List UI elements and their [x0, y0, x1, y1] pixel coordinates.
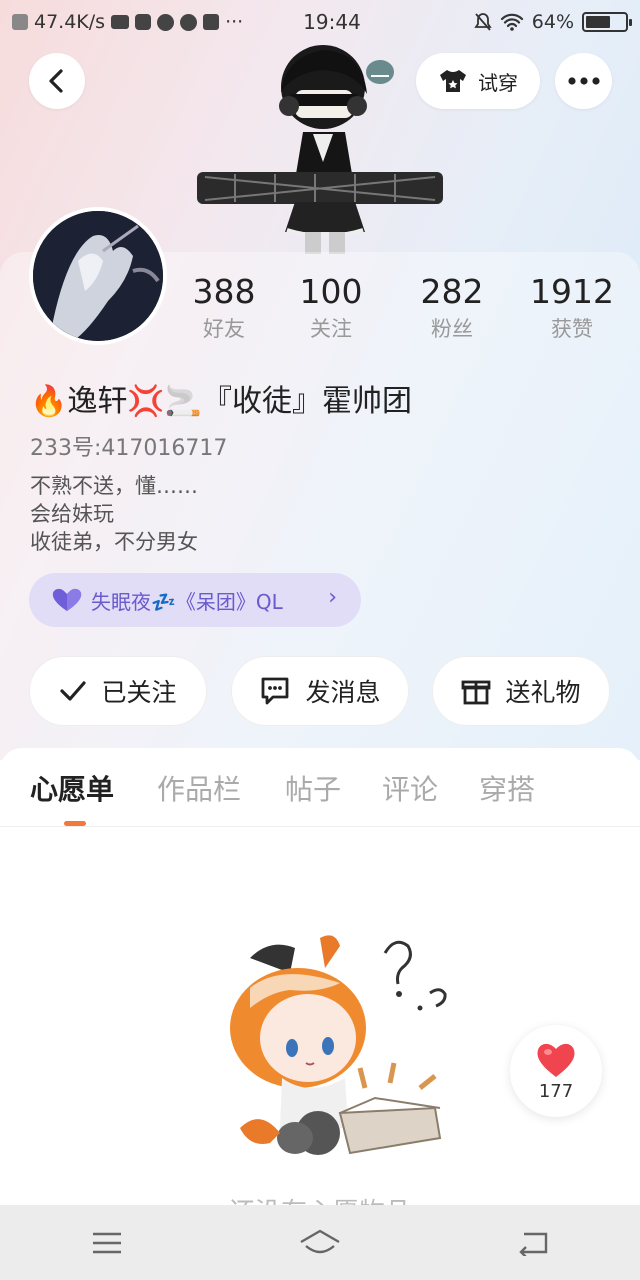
follow-label: 已关注 [101, 678, 177, 707]
tab-bar: 心愿单 作品栏 帖子 评论 穿搭 [0, 768, 640, 808]
return-icon [519, 1232, 548, 1256]
back-nav-button[interactable] [503, 1223, 563, 1263]
stat-label: 粉丝 [431, 317, 473, 341]
status-bar: 47.4K/s ··· 19:44 64% [0, 0, 640, 44]
empty-state-illustration [210, 928, 460, 1163]
stat-value: 1912 [530, 272, 614, 311]
stats-row: 388 好友 100 关注 282 粉丝 1912 获赞 [0, 270, 640, 350]
square-app-icon [203, 14, 220, 30]
wifi-icon [500, 13, 523, 31]
mute-bell-icon [474, 13, 492, 31]
fan-icon [180, 13, 198, 31]
tab-outfits[interactable]: 穿搭 [479, 768, 535, 808]
tab-works[interactable]: 作品栏 [157, 768, 241, 808]
stat-label: 好友 [203, 317, 245, 341]
bio-line: 会给妹玩 [30, 502, 114, 526]
stat-label: 关注 [310, 317, 352, 341]
club-tag[interactable]: 失眠夜💤《呆团》QL › [29, 573, 361, 627]
user-id: 233号:417016717 [30, 436, 228, 461]
battery-fill [586, 16, 611, 28]
app-notification-icon [12, 14, 28, 30]
planet-icon [157, 13, 175, 31]
menu-icon [92, 1232, 121, 1253]
stat-label: 获赞 [551, 317, 593, 341]
gift-label: 送礼物 [505, 678, 581, 707]
avatar-figure[interactable] [195, 42, 445, 254]
clock: 19:44 [303, 10, 361, 34]
back-button[interactable] [29, 53, 85, 109]
tshirt-icon [440, 70, 466, 92]
home-icon [300, 1229, 340, 1253]
avatar-figure-image [197, 45, 443, 254]
more-dots-icon [567, 77, 600, 85]
battery-icon [582, 12, 632, 32]
heart-icon [537, 1043, 575, 1077]
heart-icon [52, 588, 82, 611]
gift-button[interactable]: 送礼物 [432, 656, 610, 726]
status-left: 47.4K/s ··· [12, 11, 282, 33]
menu-button[interactable] [77, 1223, 137, 1263]
chat-bubble-icon [262, 677, 289, 705]
stat-value: 100 [299, 272, 363, 311]
like-floating-button[interactable]: 177 [510, 1025, 602, 1117]
check-icon [60, 681, 87, 701]
chevron-right-icon: › [328, 585, 337, 610]
stat-value: 282 [420, 272, 484, 311]
play-icon [135, 14, 152, 30]
more-options-button[interactable] [555, 53, 612, 109]
net-speed: 47.4K/s [34, 11, 106, 33]
follow-button[interactable]: 已关注 [29, 656, 207, 726]
system-nav-bar [0, 1205, 640, 1280]
battery-percent: 64% [531, 11, 574, 33]
try-on-label: 试穿 [478, 70, 518, 95]
more-notifications-icon: ··· [225, 11, 244, 33]
tab-divider [0, 826, 640, 827]
mascot-image [230, 935, 447, 1155]
bio-line: 不熟不送，懂…… [30, 474, 198, 498]
bio-line: 收徒弟，不分男女 [30, 530, 198, 554]
message-button[interactable]: 发消息 [231, 656, 409, 726]
stat-following[interactable]: 100 关注 [276, 270, 386, 344]
tab-wishlist[interactable]: 心愿单 [30, 768, 114, 808]
bio: 不熟不送，懂…… 会给妹玩 收徒弟，不分男女 [30, 472, 198, 556]
video-icon [111, 15, 130, 29]
chevron-left-icon [49, 69, 63, 93]
stat-friends[interactable]: 388 好友 [169, 270, 279, 344]
status-right: 64% [474, 11, 632, 33]
username: 🔥逸轩💢🚬『收徒』霍帅团 [30, 384, 413, 419]
like-count: 177 [538, 1080, 574, 1102]
try-on-button[interactable]: 试穿 [416, 53, 540, 109]
gift-icon [462, 680, 491, 705]
tab-comments[interactable]: 评论 [382, 768, 438, 808]
club-name: 失眠夜💤《呆团》QL [91, 589, 283, 614]
home-button[interactable] [290, 1223, 350, 1263]
stat-value: 388 [192, 272, 256, 311]
stat-fans[interactable]: 282 粉丝 [397, 270, 507, 344]
tab-posts[interactable]: 帖子 [285, 768, 341, 808]
stat-likes[interactable]: 1912 获赞 [517, 270, 627, 344]
message-label: 发消息 [305, 678, 381, 707]
